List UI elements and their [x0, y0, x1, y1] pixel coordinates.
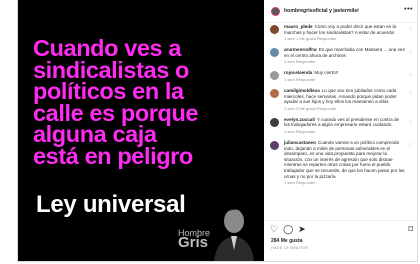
- comment-icon[interactable]: ◯: [283, 224, 293, 234]
- comment-meta[interactable]: 1 sem Responder: [284, 77, 405, 82]
- comment-username[interactable]: camilgimoldleva: [284, 88, 320, 93]
- likes-count[interactable]: 284 Me gusta: [271, 238, 302, 244]
- comment-username[interactable]: juliancastaneo: [284, 140, 316, 145]
- post-image: Cuando ves a sindicalistas o políticos e…: [18, 0, 264, 261]
- more-options-icon[interactable]: •••: [404, 6, 413, 13]
- comment-item: arurmenrodfrw Es que marchaba con Massera…: [264, 47, 417, 64]
- post-subhead: Ley universal: [36, 191, 186, 218]
- comment-item: mauro_plede Como voy a poder decir que es…: [264, 24, 417, 41]
- post-date: HACE 10 MINUTOS: [271, 246, 309, 250]
- comment-username[interactable]: rojocelaenda: [284, 70, 312, 75]
- comment-item: rojocelaenda Muy cierto!! 1 sem Responder…: [264, 70, 417, 82]
- post-header: hombregrisoficial y javiermilei •••: [264, 0, 417, 23]
- comment-meta[interactable]: 1 sem Responder: [284, 129, 405, 134]
- comment-body: camilgimoldleva Lo que veo son jubilados …: [284, 88, 405, 105]
- comment-list: mauro_plede Como voy a poder decir que es…: [264, 24, 417, 218]
- save-icon[interactable]: ⌑: [408, 224, 413, 234]
- comment-username[interactable]: evelyn.zuccali: [284, 117, 315, 122]
- comment-body: mauro_plede Como voy a poder decir que es…: [284, 24, 405, 35]
- comment-item: juliancastaneo Cuando vamos a un político…: [264, 140, 417, 185]
- commenter-avatar[interactable]: [270, 140, 279, 150]
- comment-body: arurmenrodfrw Es que marchaba con Massera…: [284, 47, 405, 58]
- comment-meta[interactable]: 1 sem 3 Me gusta Responder: [284, 106, 405, 111]
- account-name[interactable]: hombregrisoficial y javiermilei: [284, 8, 359, 14]
- commenter-avatar[interactable]: [270, 71, 279, 81]
- comments-panel: hombregrisoficial y javiermilei ••• maur…: [264, 0, 417, 261]
- comment-like-icon[interactable]: ♡: [409, 73, 413, 79]
- account-avatar[interactable]: [271, 6, 280, 16]
- commenter-avatar[interactable]: [270, 117, 279, 127]
- comment-body: evelyn.zuccali Y cuando ves al presidente…: [284, 117, 405, 128]
- comment-item: camilgimoldleva Lo que veo son jubilados …: [264, 88, 417, 111]
- brand-logo: Hombre Gris: [178, 228, 210, 251]
- commenter-avatar[interactable]: [270, 88, 279, 98]
- share-icon[interactable]: ➤: [298, 224, 306, 234]
- commenter-avatar[interactable]: [270, 48, 279, 58]
- comment-meta[interactable]: 1 sem 1 Me gusta Responder: [284, 36, 405, 41]
- commenter-avatar[interactable]: [270, 25, 279, 34]
- comment-text: Muy cierto!!: [314, 70, 339, 76]
- comment-body: rojocelaenda Muy cierto!!: [284, 70, 405, 76]
- comment-meta[interactable]: 1 sem Responder: [284, 59, 405, 64]
- comment-body: juliancastaneo Cuando vamos a un político…: [284, 140, 405, 179]
- post-headline: Cuando ves a sindicalistas o políticos e…: [33, 37, 259, 169]
- comment-like-icon[interactable]: ♡: [409, 120, 413, 126]
- brand-logo-bottom: Gris: [178, 234, 209, 251]
- comment-text: Cuando vamos a un político comprendo tod…: [284, 139, 405, 179]
- comment-item: evelyn.zuccali Y cuando ves al presidente…: [264, 117, 417, 134]
- comment-like-icon[interactable]: ♡: [409, 27, 413, 33]
- comment-meta[interactable]: 1 sem Responder: [284, 180, 405, 185]
- portrait-figure-icon: [214, 208, 254, 261]
- comment-like-icon[interactable]: ♡: [409, 50, 413, 56]
- headline-line: está en peligro: [33, 142, 193, 169]
- action-icons: ♡ ◯ ➤: [270, 224, 306, 234]
- comment-username[interactable]: mauro_plede: [284, 24, 313, 29]
- instagram-post-card: Cuando ves a sindicalistas o políticos e…: [17, 0, 418, 262]
- comment-like-icon[interactable]: ♡: [409, 91, 413, 97]
- like-icon[interactable]: ♡: [270, 224, 278, 234]
- comment-username[interactable]: arurmenrodfrw: [284, 47, 317, 52]
- comment-like-icon[interactable]: ♡: [409, 143, 413, 149]
- post-actions: ♡ ◯ ➤ ⌑ 284 Me gusta HACE 10 MINUTOS: [264, 220, 417, 261]
